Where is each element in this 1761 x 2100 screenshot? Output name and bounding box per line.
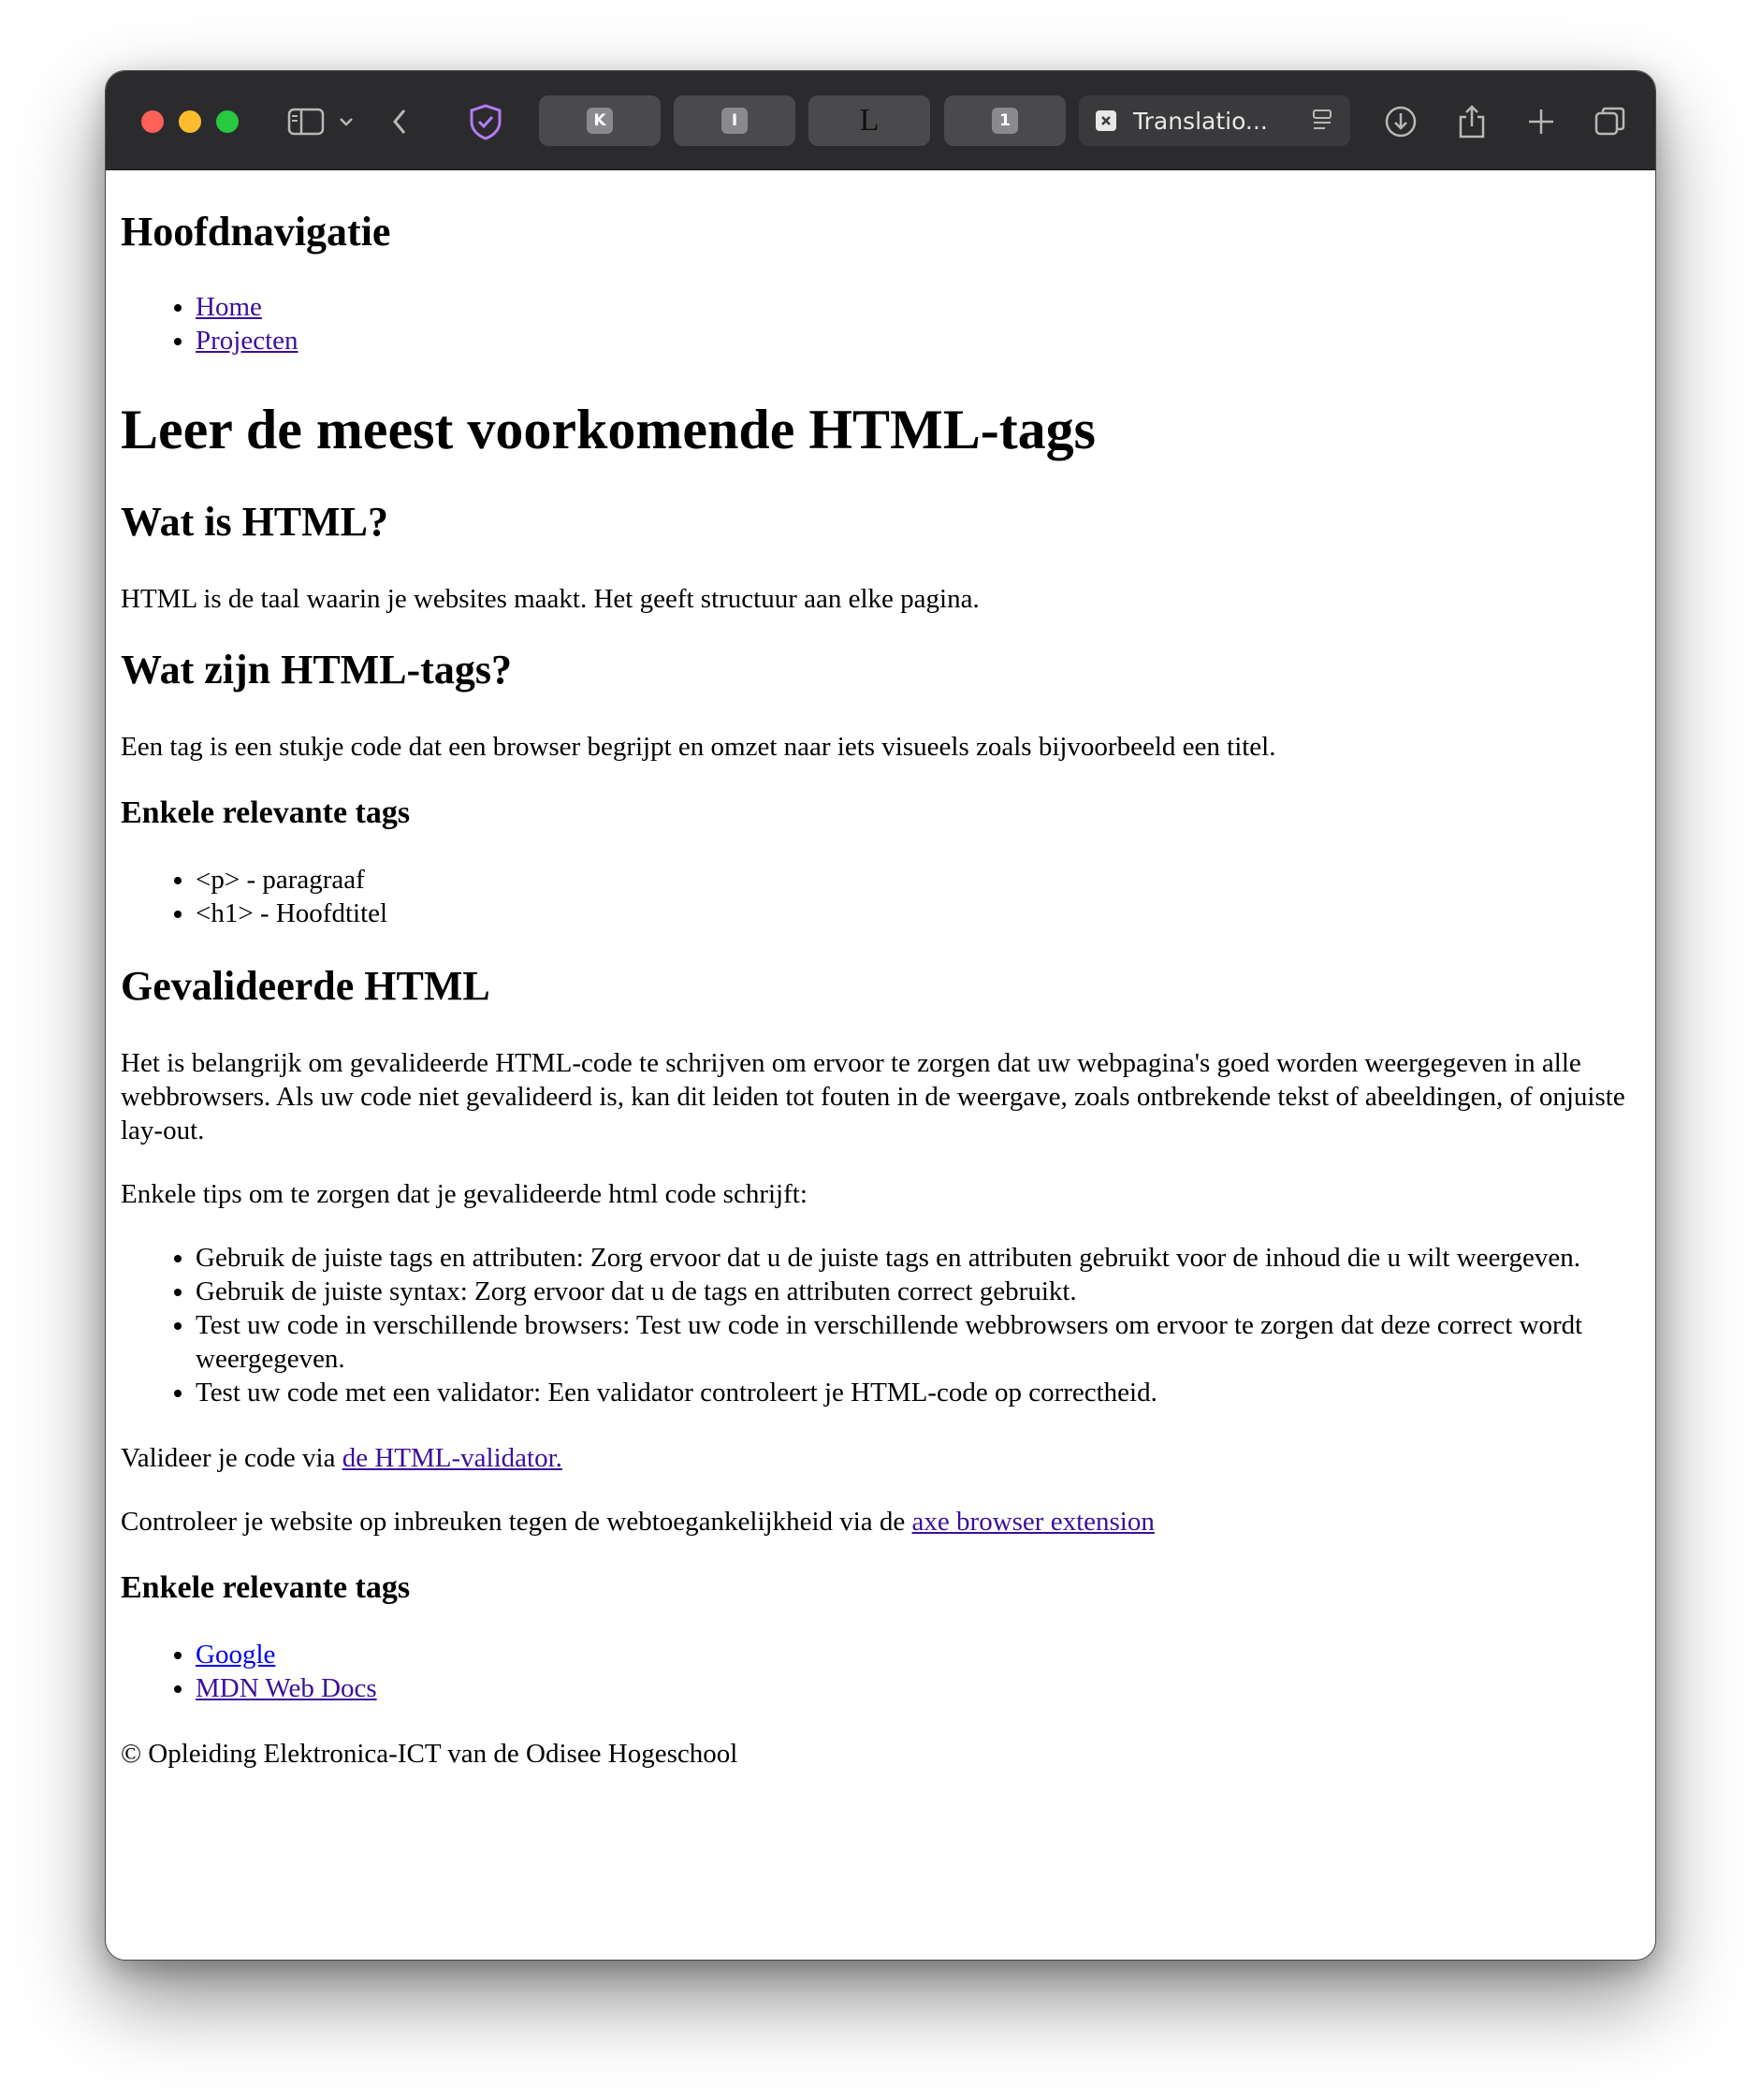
subsection-heading: Enkele relevante tags [121,1570,411,1605]
browser-toolbar: K I L 1 Translatio... [106,71,1655,170]
download-icon[interactable] [1378,99,1423,144]
list-item: MDN Web Docs [196,1671,1642,1705]
links-list: Google MDN Web Docs [121,1638,1642,1705]
tag-list: <p> - paragraaf <h1> - Hoofdtitel [121,863,1642,930]
list-item: Home [196,290,1642,324]
tab[interactable]: I [674,95,795,146]
paragraph: Het is belangrijk om gevalideerde HTML-c… [121,1048,1625,1145]
plus-icon[interactable] [1519,99,1564,144]
list-item: <p> - paragraaf [196,863,1642,897]
tips-list: Gebruik de juiste tags en attributen: Zo… [121,1241,1642,1409]
tab-active[interactable]: Translatio... [1079,95,1350,146]
chevron-down-icon[interactable] [332,99,360,144]
paragraph: Valideer je code via de HTML-validator. [121,1441,1642,1475]
tab[interactable]: K [539,95,661,146]
page-title: Leer de meest voorkomende HTML-tags [121,399,1097,460]
nav-link-home[interactable]: Home [196,292,262,322]
axe-text: Controleer je website op inbreuken tegen… [121,1507,912,1537]
list-item: Google [196,1638,1642,1671]
section-heading: Wat zijn HTML-tags? [121,647,512,693]
validate-text: Valideer je code via [121,1443,342,1473]
paragraph: Enkele tips om te zorgen dat je gevalide… [121,1179,808,1209]
tab-favicon: K [587,108,613,134]
nav-list: Home Projecten [121,290,1642,357]
tab-title: Translatio... [1133,107,1268,135]
tab-favicon: 1 [992,108,1018,134]
zoom-window-button[interactable] [216,110,239,133]
sidebar-icon[interactable] [284,99,328,144]
list-item: Projecten [196,324,1642,357]
mdn-link[interactable]: MDN Web Docs [196,1673,377,1703]
close-tab-icon[interactable] [1096,110,1116,131]
shield-icon[interactable] [463,99,508,144]
html-validator-link[interactable]: de HTML-validator. [342,1443,562,1473]
tab[interactable]: 1 [944,95,1066,146]
subsection-heading: Enkele relevante tags [121,795,411,830]
close-window-button[interactable] [141,110,164,133]
minimize-window-button[interactable] [179,110,201,133]
axe-extension-link[interactable]: axe browser extension [912,1507,1155,1537]
list-item: Test uw code in verschillende browsers: … [196,1308,1642,1376]
google-link[interactable]: Google [196,1640,275,1670]
browser-window: K I L 1 Translatio... Hoofdnavigatie • H… [105,70,1656,1961]
section-heading: Gevalideerde HTML [121,963,490,1009]
list-item: <h1> - Hoofdtitel [196,897,1642,930]
paragraph: Een tag is een stukje code dat een brows… [121,732,1276,762]
paragraph: Controleer je website op inbreuken tegen… [121,1505,1642,1539]
paragraph: HTML is de taal waarin je websites maakt… [121,584,980,614]
tab-favicon: L [859,103,880,138]
footer-text: © Opleiding Elektronica-ICT van de Odise… [121,1739,738,1769]
page-content: Hoofdnavigatie Home Projecten Leer de me… [121,170,1642,1801]
back-icon[interactable] [377,99,422,144]
share-icon[interactable] [1449,99,1494,144]
list-item: Gebruik de juiste syntax: Zorg ervoor da… [196,1275,1642,1308]
list-item: Test uw code met een validator: Een vali… [196,1376,1642,1409]
nav-link-projecten[interactable]: Projecten [196,326,298,356]
reader-icon[interactable] [1311,109,1333,138]
nav-heading: Hoofdnavigatie [121,209,391,255]
list-item: Gebruik de juiste tags en attributen: Zo… [196,1241,1642,1275]
section-heading: Wat is HTML? [121,499,389,545]
tab[interactable]: L [808,95,930,146]
tabs-overview-icon[interactable] [1588,99,1633,144]
tab-favicon: I [721,108,748,134]
